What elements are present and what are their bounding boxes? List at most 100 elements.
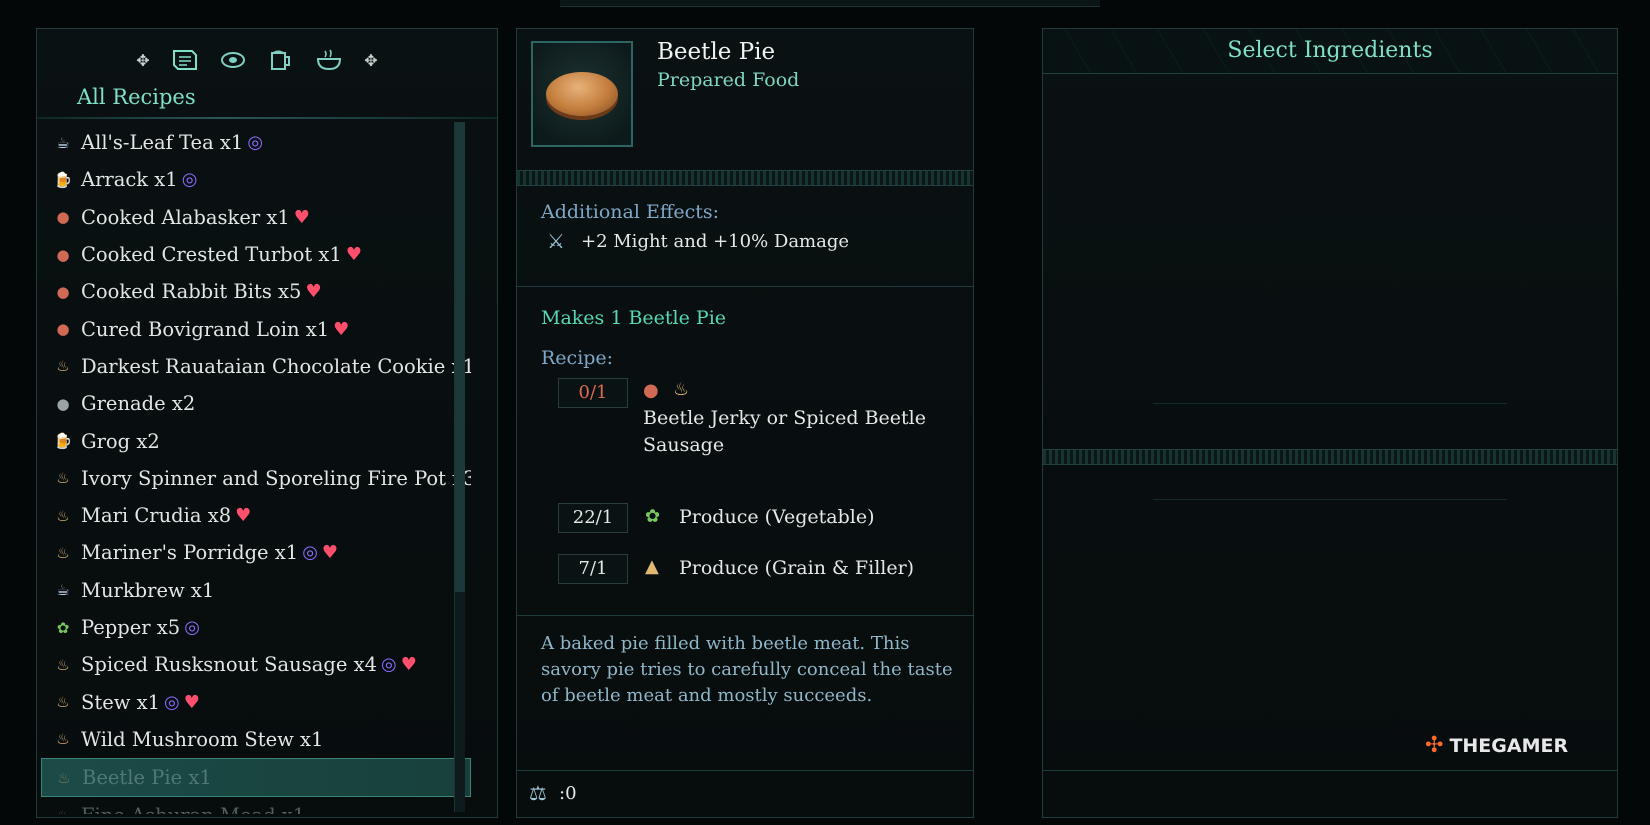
recipe-item[interactable]: ● Cooked Alabasker x1 ♥ xyxy=(41,199,471,236)
pot-icon: ♨ xyxy=(56,469,70,488)
heart-buff-icon: ♥ xyxy=(235,505,252,527)
recipe-list-scrollbar[interactable] xyxy=(454,122,465,812)
meat-icon: ● xyxy=(643,380,659,401)
detail-footer: ⚖ :0 xyxy=(517,770,973,817)
recipe-label: Arrack x1 xyxy=(81,168,178,192)
recipe-label: Wild Mushroom Stew x1 xyxy=(81,727,324,751)
item-type: Prepared Food xyxy=(657,69,800,91)
recipe-item[interactable]: ✿ Pepper x5 ◎ xyxy=(41,609,471,646)
thegamer-logo-icon: ✣ xyxy=(1425,733,1444,758)
recipe-item[interactable]: ♨ Wild Mushroom Stew x1 xyxy=(41,721,471,758)
grain-sack-icon: ▲ xyxy=(645,556,659,577)
recipe-item[interactable]: ♨ Fine Ashuran Mead x1 xyxy=(41,797,471,814)
mug-icon[interactable] xyxy=(264,43,298,77)
vegetable-icon: ✿ xyxy=(56,618,70,637)
pot-icon: ♨ xyxy=(56,357,70,376)
ingredient-count: 0/1 xyxy=(558,378,628,408)
recipe-label: Cooked Rabbit Bits x5 xyxy=(81,280,302,304)
pot-icon: ♨ xyxy=(57,768,71,787)
divider xyxy=(1153,499,1507,500)
recipe-label: Fine Ashuran Mead x1 xyxy=(81,804,305,814)
divider xyxy=(37,117,497,119)
recipe-item[interactable]: ♨ Ivory Spinner and Sporeling Fire Pot x3 xyxy=(41,460,471,497)
effects-label: Additional Effects: xyxy=(541,201,719,223)
pot-icon: ♨ xyxy=(56,506,70,525)
pot-icon[interactable] xyxy=(312,43,346,77)
panel-title: Select Ingredients xyxy=(1227,38,1433,63)
cup-icon: ☕ xyxy=(56,133,70,152)
heart-buff-icon: ♥ xyxy=(333,318,350,340)
recipe-item[interactable]: ♨ Mariner's Porridge x1 ◎ ♥ xyxy=(41,534,471,571)
recipe-label: Murkbrew x1 xyxy=(81,578,215,602)
recipe-item[interactable]: ☕ Murkbrew x1 xyxy=(41,572,471,609)
pot-icon: ♨ xyxy=(673,379,690,400)
recipe-label: Cooked Alabasker x1 xyxy=(81,205,290,229)
recipe-label: Spiced Rusksnout Sausage x4 xyxy=(81,653,377,677)
decorative-divider xyxy=(1043,449,1617,465)
recipe-label: All's-Leaf Tea x1 xyxy=(81,131,244,155)
ingredient-count: 22/1 xyxy=(558,503,628,533)
pot-icon: ♨ xyxy=(56,543,70,562)
recipe-item[interactable]: ♨ Beetle Pie x1 xyxy=(41,758,471,798)
effect-text: +2 Might and +10% Damage xyxy=(581,231,850,252)
recipe-label: Cooked Crested Turbot x1 xyxy=(81,243,342,267)
recipe-label: Recipe: xyxy=(541,347,614,369)
recipe-item[interactable]: ♨ Stew x1 ◎ ♥ xyxy=(41,683,471,720)
recipe-item[interactable]: 🍺 Grog x2 xyxy=(41,422,471,459)
recipe-item[interactable]: ● Grenade x2 xyxy=(41,385,471,422)
recipe-label: Beetle Pie x1 xyxy=(82,766,212,790)
next-bumper-icon[interactable]: ✥ xyxy=(360,43,382,77)
item-detail-panel: Beetle Pie Prepared Food Additional Effe… xyxy=(516,28,974,818)
pot-icon: ♨ xyxy=(53,806,73,814)
ingredient-count: 7/1 xyxy=(558,554,628,584)
weight-value: :0 xyxy=(559,783,577,804)
meat-icon: ● xyxy=(56,245,70,264)
recipe-label: Mari Crudia x8 xyxy=(81,504,232,528)
decorative-divider xyxy=(517,170,973,186)
recipe-item[interactable]: ♨ Mari Crudia x8 ♥ xyxy=(41,497,471,534)
recipe-label: Darkest Rauataian Chocolate Cookie x1 xyxy=(81,354,471,378)
watermark: ✣ THEGAMER xyxy=(1425,733,1568,758)
recipe-label: Stew x1 xyxy=(81,690,161,714)
mug-icon: 🍺 xyxy=(53,432,73,451)
recipe-item[interactable]: ♨ Darkest Rauataian Chocolate Cookie x1 xyxy=(41,348,471,385)
swirl-buff-icon: ◎ xyxy=(247,132,264,154)
ingredient-panel-header: Select Ingredients xyxy=(1043,29,1617,74)
recipe-item[interactable]: ☕ All's-Leaf Tea x1 ◎ xyxy=(41,124,471,161)
divider xyxy=(1153,403,1507,404)
recipe-item[interactable]: ● Cured Bovigrand Loin x1 ♥ xyxy=(41,310,471,347)
meat-icon: ● xyxy=(56,282,70,301)
weight-icon: ⚖ xyxy=(529,781,547,805)
recipe-label: Mariner's Porridge x1 xyxy=(81,541,299,565)
pot-icon: ♨ xyxy=(56,730,70,749)
scrollbar-thumb[interactable] xyxy=(455,122,465,592)
recipe-scroll-icon[interactable] xyxy=(168,43,202,77)
might-buff-icon: ⚔ xyxy=(547,229,565,253)
prev-bumper-icon[interactable]: ✥ xyxy=(132,43,154,77)
recipe-item[interactable]: ● Cooked Crested Turbot x1 ♥ xyxy=(41,236,471,273)
item-name: Beetle Pie xyxy=(657,39,776,65)
meat-icon[interactable] xyxy=(216,43,250,77)
heart-buff-icon: ♥ xyxy=(183,691,200,713)
top-header-strip xyxy=(560,0,1100,7)
item-description: A baked pie filled with beetle meat. Thi… xyxy=(541,633,953,706)
ingredient-text: Produce (Vegetable) xyxy=(679,506,875,528)
recipe-item[interactable]: ● Cooked Rabbit Bits x5 ♥ xyxy=(41,273,471,310)
meat-icon: ● xyxy=(56,208,70,227)
recipe-label: Grog x2 xyxy=(81,429,160,453)
ingredient-text: Beetle Jerky or Spiced Beetle Sausage xyxy=(643,407,926,456)
watermark-text: THEGAMER xyxy=(1449,734,1569,757)
swirl-buff-icon: ◎ xyxy=(181,169,198,191)
recipe-item[interactable]: 🍺 Arrack x1 ◎ xyxy=(41,161,471,198)
recipe-item[interactable]: ♨ Spiced Rusksnout Sausage x4 ◎ ♥ xyxy=(41,646,471,683)
mug-icon: 🍺 xyxy=(53,170,73,189)
category-title: All Recipes xyxy=(77,85,196,109)
heart-buff-icon: ♥ xyxy=(400,654,417,676)
ingredient-text: Produce (Grain & Filler) xyxy=(679,557,915,579)
category-tabs: ✥ ✥ xyxy=(132,43,382,77)
recipe-label: Ivory Spinner and Sporeling Fire Pot x3 xyxy=(81,466,471,490)
divider xyxy=(517,286,973,287)
recipe-list-panel: ✥ ✥ All Recipes ☕ All's-Leaf Tea x1 ◎ 🍺 Arra… xyxy=(36,28,498,818)
swirl-buff-icon: ◎ xyxy=(164,691,180,713)
swirl-buff-icon: ◎ xyxy=(184,617,200,638)
